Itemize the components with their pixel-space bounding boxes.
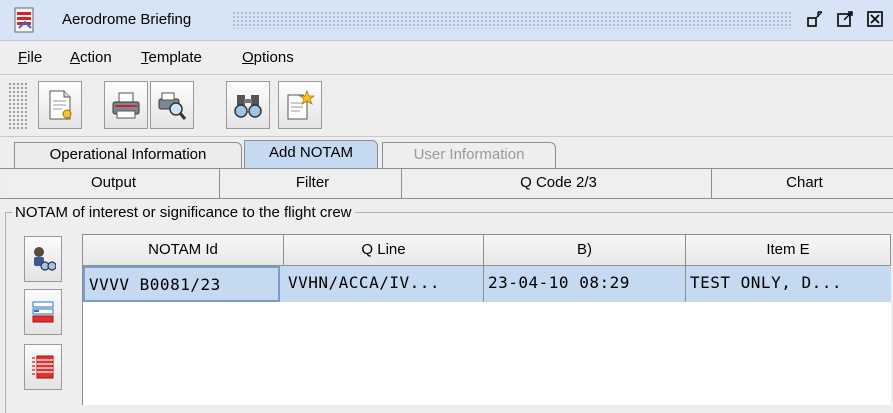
print-preview-icon [158, 92, 187, 120]
print-preview-button[interactable] [150, 81, 194, 129]
notam-table: NOTAM Id Q Line B) Item E VVVV B0081/23 … [82, 234, 891, 405]
window-title: Aerodrome Briefing [62, 11, 192, 28]
toolbar-grip[interactable] [8, 82, 28, 130]
list-select-icon [32, 355, 54, 379]
cell-notam-id[interactable]: VVVV B0081/23 [83, 266, 280, 302]
new-document-button[interactable] [38, 81, 82, 129]
toolbar [0, 76, 893, 136]
cell-b[interactable]: 23-04-10 08:29 [484, 266, 686, 302]
list-arrow-icon [32, 301, 54, 323]
tab-operational-information[interactable]: Operational Information [14, 142, 242, 168]
print-icon [112, 92, 140, 119]
close-icon[interactable] [866, 10, 884, 28]
title-bar: Aerodrome Briefing [0, 0, 893, 41]
sub-tabs: Output Filter Q Code 2/3 Chart [0, 168, 893, 199]
list-select-button[interactable] [24, 344, 62, 390]
tab-user-information: User Information [382, 142, 556, 168]
column-header-notam-id[interactable]: NOTAM Id [83, 234, 284, 266]
column-header-q-line[interactable]: Q Line [284, 234, 484, 266]
menu-separator [0, 74, 893, 75]
column-header-b[interactable]: B) [484, 234, 686, 266]
menu-action[interactable]: Action [70, 49, 112, 66]
tab-output[interactable]: Output [8, 169, 220, 199]
search-person-button[interactable] [24, 236, 62, 282]
menu-template[interactable]: Template [141, 49, 202, 66]
table-row[interactable]: VVVV B0081/23 VVHN/ACCA/IV... 23-04-10 0… [83, 266, 891, 302]
find-button[interactable] [226, 81, 270, 129]
new-template-button[interactable] [278, 81, 322, 129]
tabs-divider [0, 198, 893, 199]
menu-options[interactable]: Options [242, 49, 294, 66]
maximize-icon[interactable] [836, 10, 854, 28]
tab-add-notam[interactable]: Add NOTAM [244, 140, 378, 168]
cell-q-line[interactable]: VVHN/ACCA/IV... [284, 266, 484, 302]
new-template-icon [287, 89, 315, 120]
restore-icon[interactable] [806, 10, 824, 28]
app-icon [14, 7, 34, 33]
search-person-icon [34, 247, 56, 271]
panel-legend: NOTAM of interest or significance to the… [12, 204, 355, 221]
new-document-icon [49, 90, 72, 120]
column-header-item-e[interactable]: Item E [686, 234, 891, 266]
menu-file[interactable]: File [18, 49, 42, 66]
menu-bar: File Action Template Options [0, 42, 893, 74]
tab-chart[interactable]: Chart [716, 169, 893, 199]
binoculars-icon [234, 95, 262, 118]
cell-item-e[interactable]: TEST ONLY, D... [686, 266, 891, 302]
toolbar-divider [0, 136, 893, 137]
title-drag-area[interactable] [232, 11, 792, 29]
main-tabs: Operational Information Add NOTAM User I… [0, 138, 893, 168]
tab-filter[interactable]: Filter [224, 169, 402, 199]
print-button[interactable] [104, 81, 148, 129]
list-arrow-button[interactable] [24, 289, 62, 335]
table-header: NOTAM Id Q Line B) Item E [83, 234, 891, 266]
tab-q-code[interactable]: Q Code 2/3 [406, 169, 712, 199]
